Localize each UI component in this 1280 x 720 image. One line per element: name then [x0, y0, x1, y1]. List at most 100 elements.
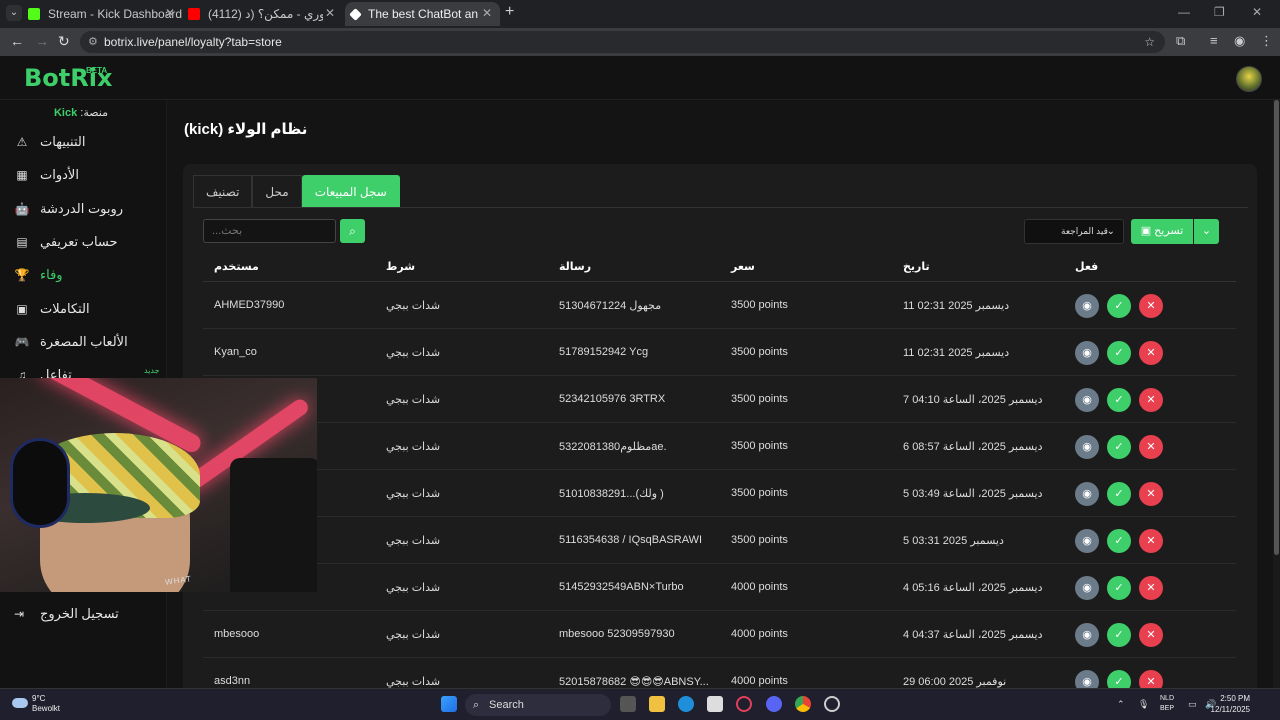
reject-button[interactable]: ✕	[1139, 388, 1163, 412]
view-button[interactable]: ◉	[1075, 576, 1099, 600]
approve-button[interactable]: ✓	[1107, 576, 1131, 600]
approve-button[interactable]: ✓	[1107, 482, 1131, 506]
search-input[interactable]	[203, 219, 336, 243]
close-tab-icon[interactable]: ✕	[482, 6, 492, 20]
sidebar-item-chatbot[interactable]: 🤖 روبوت الدردشة	[0, 196, 167, 222]
cell-message: 52342105976 3RTRX	[559, 393, 666, 405]
tab-ranking[interactable]: تصنيف	[193, 175, 253, 207]
network-icon[interactable]: ▭	[1188, 699, 1197, 710]
table-row: شدات ببجي 5322081380مظلومae. 3500 points 6 …	[203, 423, 1236, 470]
bookmark-star-icon[interactable]: ☆	[1144, 31, 1155, 53]
approve-button[interactable]: ✓	[1107, 294, 1131, 318]
cell-price: 4000 points	[731, 581, 788, 593]
close-window-icon[interactable]: ✕	[1252, 5, 1262, 19]
view-button[interactable]: ◉	[1075, 529, 1099, 553]
reject-button[interactable]: ✕	[1139, 576, 1163, 600]
extensions-icon[interactable]: ⧉	[1176, 33, 1185, 49]
taskbar-search[interactable]: ⌕ Search	[465, 694, 611, 716]
reject-button[interactable]: ✕	[1139, 482, 1163, 506]
tab-sales-log[interactable]: سجل المبيعات	[301, 175, 400, 207]
view-button[interactable]: ◉	[1075, 623, 1099, 647]
page-tabs: تصنيف محل سجل المبيعات	[193, 175, 400, 207]
reject-button[interactable]: ✕	[1139, 529, 1163, 553]
forward-icon[interactable]: →	[35, 33, 49, 49]
tools-icon: ▦	[16, 168, 28, 182]
tab-search-icon[interactable]: ⌄	[6, 5, 22, 21]
sidebar-item-minigames[interactable]: 🎮 الألعاب المصغرة	[0, 329, 167, 355]
browser-tab-botrix[interactable]: The best ChatBot and Widgets ✕	[345, 2, 500, 26]
export-dropdown-button[interactable]: ⌄	[1194, 219, 1219, 244]
approve-button[interactable]: ✓	[1107, 388, 1131, 412]
restore-icon[interactable]: ❐	[1214, 5, 1225, 19]
new-tab-icon[interactable]: +	[505, 3, 514, 21]
task-view-icon[interactable]	[620, 696, 636, 712]
reject-button[interactable]: ✕	[1139, 623, 1163, 647]
tab-title: Stream - Kick Dashboard	[48, 7, 183, 21]
view-button[interactable]: ◉	[1075, 294, 1099, 318]
discord-icon[interactable]	[766, 696, 782, 712]
close-tab-icon[interactable]: ✕	[165, 6, 175, 20]
eye-icon: ◉	[1082, 394, 1092, 406]
browser-tab-youtube[interactable]: (4112) فهد نوري - ممكن؟ (د... ✕	[188, 2, 343, 26]
trophy-icon: 🏆	[14, 268, 30, 282]
view-button[interactable]: ◉	[1075, 341, 1099, 365]
approve-button[interactable]: ✓	[1107, 623, 1131, 647]
cell-date: 11 ديسمبر 2025 02:31	[903, 300, 1010, 312]
reject-button[interactable]: ✕	[1139, 435, 1163, 459]
url-bar[interactable]: ⚙ botrix.live/panel/loyalty?tab=store ☆	[80, 31, 1165, 53]
chrome-icon[interactable]	[795, 696, 811, 712]
cell-condition: شدات ببجي	[386, 300, 441, 312]
approve-button[interactable]: ✓	[1107, 341, 1131, 365]
approve-button[interactable]: ✓	[1107, 529, 1131, 553]
chevron-down-icon: ⌄	[1106, 226, 1115, 237]
cell-price: 3500 points	[731, 440, 788, 452]
tab-store[interactable]: محل	[252, 175, 302, 207]
close-tab-icon[interactable]: ✕	[325, 6, 335, 20]
status-filter-select[interactable]: قيد المراجعة ⌄	[1024, 219, 1124, 244]
site-info-icon[interactable]: ⚙	[88, 31, 98, 53]
scrollbar-thumb[interactable]	[1274, 100, 1279, 555]
warning-icon: ⚠	[16, 135, 28, 149]
microphone-icon[interactable]: 🎙	[1138, 699, 1149, 710]
store-icon[interactable]	[707, 696, 723, 712]
lang-layout: BEP	[1160, 705, 1175, 712]
logout-button[interactable]: ⇥ تسجيل الخروج	[0, 602, 167, 626]
view-button[interactable]: ◉	[1075, 388, 1099, 412]
reading-list-icon[interactable]: ≡	[1210, 33, 1218, 48]
sidebar-item-profile[interactable]: ▤ حساب تعريفي	[0, 229, 167, 255]
taskbar-clock[interactable]: 2:50 PM 12/11/2025	[1211, 693, 1250, 715]
app-icon[interactable]	[824, 696, 840, 712]
back-icon[interactable]: ←	[10, 33, 24, 49]
windows-start-icon[interactable]	[441, 696, 457, 712]
user-avatar[interactable]	[1236, 66, 1262, 92]
page-title: نظام الولاء (kick)	[184, 121, 308, 138]
weather-widget[interactable]: 9°C Bewolkt	[12, 694, 60, 714]
close-icon: ✕	[1146, 488, 1156, 500]
page-scrollbar[interactable]	[1273, 100, 1280, 688]
file-explorer-icon[interactable]	[649, 696, 665, 712]
language-indicator[interactable]: NLD BEP	[1160, 694, 1174, 714]
minimize-icon[interactable]: —	[1178, 5, 1190, 19]
sidebar-item-integrations[interactable]: ▣ التكاملات	[0, 296, 167, 322]
sidebar-item-tools[interactable]: ▦ الأدوات	[0, 162, 167, 188]
opera-icon[interactable]	[736, 696, 752, 712]
edge-icon[interactable]	[678, 696, 694, 712]
view-button[interactable]: ◉	[1075, 482, 1099, 506]
reject-button[interactable]: ✕	[1139, 341, 1163, 365]
cell-message: 51010838291...(ولك )	[559, 488, 664, 500]
export-button[interactable]: ▣ تسريح	[1131, 219, 1193, 244]
reject-button[interactable]: ✕	[1139, 294, 1163, 318]
approve-button[interactable]: ✓	[1107, 435, 1131, 459]
search-button[interactable]: ⌕	[340, 219, 365, 243]
reload-icon[interactable]: ↻	[58, 33, 70, 50]
browser-tab-kick[interactable]: Stream - Kick Dashboard ✕	[28, 2, 183, 26]
id-card-icon: ▤	[16, 235, 28, 249]
view-button[interactable]: ◉	[1075, 435, 1099, 459]
weather-temp: 9°C	[32, 694, 46, 703]
sidebar-item-alerts[interactable]: ⚠ التنبيهات	[0, 129, 167, 155]
sidebar-item-loyalty[interactable]: 🏆 وفاء	[0, 262, 167, 288]
tray-chevron-icon[interactable]: ⌃	[1117, 699, 1125, 710]
profile-icon[interactable]: ◉	[1234, 33, 1245, 49]
menu-icon[interactable]: ⋮	[1260, 33, 1273, 49]
kick-favicon-icon	[28, 8, 40, 20]
